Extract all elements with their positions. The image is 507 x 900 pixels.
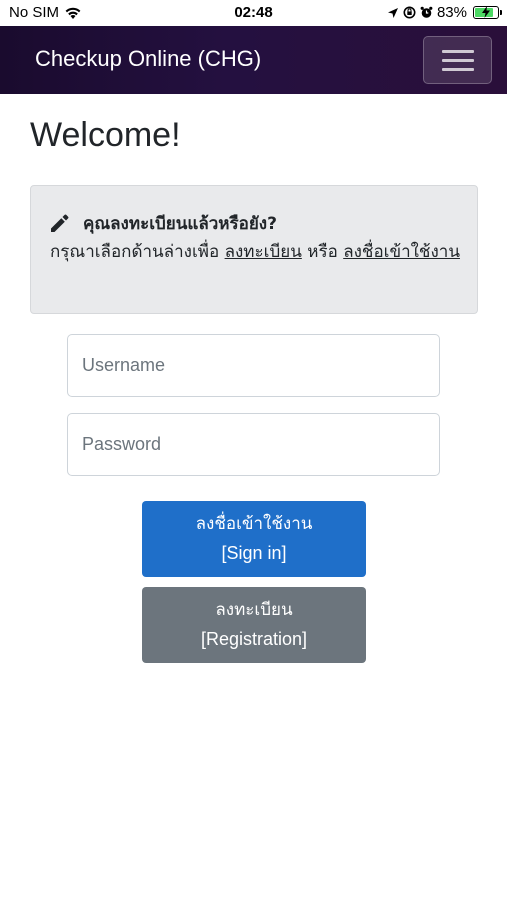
status-right: 83% bbox=[387, 4, 502, 21]
alert-title: คุณลงทะเบียนแล้วหรือยัง? bbox=[83, 214, 277, 234]
charging-bolt-icon bbox=[482, 6, 490, 18]
status-bar: No SIM 02:48 83% bbox=[0, 0, 507, 26]
signin-button-label-th: ลงชื่อเข้าใช้งาน bbox=[195, 514, 313, 534]
hamburger-icon bbox=[442, 68, 474, 71]
page-title: Welcome! bbox=[30, 116, 181, 154]
signin-link[interactable]: ลงชื่อเข้าใช้งาน bbox=[343, 242, 460, 262]
register-button-label-en: [Registration] bbox=[200, 629, 308, 649]
alert-header: คุณลงทะเบียนแล้วหรือยัง? bbox=[50, 210, 277, 237]
hamburger-icon bbox=[442, 59, 474, 62]
alert-text-or: หรือ bbox=[301, 242, 344, 262]
battery-icon bbox=[473, 6, 502, 19]
battery-percent: 83% bbox=[436, 4, 467, 21]
username-input[interactable] bbox=[67, 334, 440, 397]
hamburger-icon bbox=[442, 50, 474, 53]
register-button[interactable]: ลงทะเบียน [Registration] bbox=[142, 587, 366, 663]
battery-tip bbox=[500, 10, 502, 15]
rotation-lock-icon bbox=[403, 6, 416, 19]
menu-toggle-button[interactable] bbox=[423, 36, 492, 84]
registration-alert: คุณลงทะเบียนแล้วหรือยัง? กรุณาเลือกด้านล… bbox=[30, 185, 478, 314]
register-link[interactable]: ลงทะเบียน bbox=[225, 242, 302, 262]
alarm-icon bbox=[420, 6, 433, 18]
location-arrow-icon bbox=[387, 7, 398, 18]
navbar-brand[interactable]: Checkup Online (CHG) bbox=[35, 46, 261, 72]
register-button-label-th: ลงทะเบียน bbox=[215, 600, 293, 620]
alert-body: กรุณาเลือกด้านล่างเพื่อ ลงทะเบียน หรือ ล… bbox=[50, 238, 470, 266]
pencil-icon bbox=[51, 214, 69, 232]
signin-button[interactable]: ลงชื่อเข้าใช้งาน [Sign in] bbox=[142, 501, 366, 577]
password-input[interactable] bbox=[67, 413, 440, 476]
signin-button-label-en: [Sign in] bbox=[221, 543, 287, 563]
navbar: Checkup Online (CHG) bbox=[0, 26, 507, 94]
alert-text-before: กรุณาเลือกด้านล่างเพื่อ bbox=[50, 242, 225, 262]
